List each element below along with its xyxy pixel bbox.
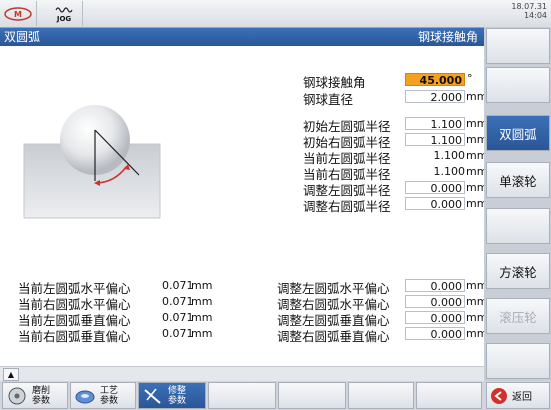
datetime: 18.07.31 14:04: [511, 2, 547, 20]
process-params-button[interactable]: 工艺 参数: [70, 382, 136, 409]
svg-text:M: M: [14, 10, 22, 19]
dressing-params-line1: 修整: [168, 385, 187, 396]
radius-value: 1.100: [433, 149, 466, 162]
back-arrow-icon: [491, 387, 507, 404]
offset-input[interactable]: 0.000: [405, 279, 465, 293]
offset-unit: mm: [191, 279, 213, 292]
process-params-line2: 参数: [100, 395, 119, 406]
dressing-params-button[interactable]: 修整 参数: [138, 382, 206, 409]
top-bar: M JOG 18.07.31 14:04: [0, 0, 551, 28]
softkey-5[interactable]: [486, 208, 550, 244]
window-header: 双圆弧 钢球接触角: [0, 28, 484, 46]
offset-label: 调整右圆弧垂直偏心: [277, 329, 390, 344]
bottom-softkey-7[interactable]: [416, 382, 482, 409]
dressing-params-line2: 参数: [168, 395, 187, 406]
offset-input[interactable]: 0.000: [405, 327, 465, 341]
grinding-wheel-icon: [8, 387, 26, 404]
ball-contact-illustration: [23, 105, 161, 219]
page-scroll-strip: ▲: [0, 366, 484, 381]
content-panel: 钢球接触角 45.000 ° 钢球直径 2.000 mm 初始左圆弧半径 1.1…: [0, 46, 487, 366]
offset-input[interactable]: 0.000: [405, 295, 465, 309]
bottom-softkey-5[interactable]: [278, 382, 346, 409]
chevron-up-icon: ▲: [7, 370, 15, 379]
softkey-8[interactable]: [486, 343, 550, 379]
radius-input[interactable]: 0.000: [405, 181, 465, 195]
machine-logo-icon[interactable]: M: [0, 1, 37, 26]
radius-input[interactable]: 1.100: [405, 133, 465, 147]
radius-input[interactable]: 0.000: [405, 197, 465, 211]
softkey-square-roller[interactable]: 方滚轮: [486, 253, 550, 289]
softkey-double-arc[interactable]: 双圆弧: [486, 115, 550, 151]
back-label: 返回: [512, 392, 532, 403]
grinding-params-button[interactable]: 磨削 参数: [2, 382, 68, 409]
scroll-up-button[interactable]: ▲: [3, 368, 19, 381]
back-button[interactable]: 返回: [486, 382, 550, 409]
offset-label: 当前右圆弧垂直偏心: [18, 329, 131, 344]
softkey-press-roller[interactable]: 滚压轮: [486, 298, 550, 334]
ball-contact-angle-unit: °: [467, 72, 473, 85]
bottom-softkey-4[interactable]: [208, 382, 276, 409]
header-title: 双圆弧: [4, 30, 41, 44]
offset-value: 0.071: [162, 327, 194, 340]
date-text: 18.07.31: [511, 2, 547, 11]
radius-input[interactable]: 1.100: [405, 117, 465, 131]
process-params-line1: 工艺: [100, 385, 119, 396]
offset-unit: mm: [191, 295, 213, 308]
ball-contact-angle-input[interactable]: 45.000: [405, 73, 465, 87]
jog-label: JOG: [56, 14, 72, 23]
softkey-2[interactable]: [486, 67, 550, 103]
bottom-softkey-6[interactable]: [348, 382, 414, 409]
time-text: 14:04: [523, 11, 547, 20]
radius-value: 1.100: [433, 165, 466, 178]
offset-unit: mm: [191, 311, 213, 324]
grinding-params-line1: 磨削: [32, 385, 51, 396]
ball-diameter-input[interactable]: 2.000: [405, 90, 465, 104]
jog-icon: [55, 6, 73, 13]
offset-input[interactable]: 0.000: [405, 311, 465, 325]
header-subtitle: 钢球接触角: [417, 30, 478, 44]
offset-value: 0.071: [162, 279, 194, 292]
dressing-tool-icon: [144, 388, 161, 404]
process-disc-icon: [75, 390, 95, 403]
softkey-single-roller[interactable]: 单滚轮: [486, 162, 550, 198]
offset-value: 0.071: [162, 295, 194, 308]
softkey-1[interactable]: [486, 28, 550, 64]
radius-label: 调整右圆弧半径: [303, 199, 391, 214]
ball-diameter-label: 钢球直径: [303, 92, 354, 107]
jog-mode-button[interactable]: JOG: [46, 1, 83, 26]
grinding-params-line2: 参数: [32, 395, 51, 406]
offset-value: 0.071: [162, 311, 194, 324]
offset-unit: mm: [191, 327, 213, 340]
